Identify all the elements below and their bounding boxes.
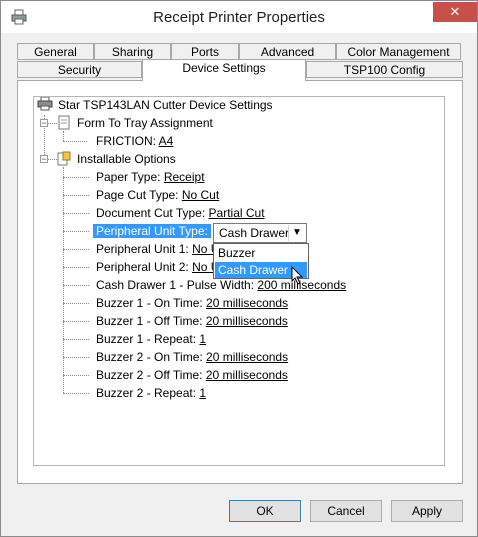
option-label: Buzzer 1 - Repeat: (96, 332, 197, 346)
option-paper-type[interactable]: Paper Type: Receipt (96, 169, 205, 185)
tree-line (63, 131, 64, 141)
friction-value[interactable]: A4 (159, 134, 174, 148)
option-cash-drawer-pulse-width[interactable]: Cash Drawer 1 - Pulse Width: 200 millise… (96, 277, 346, 293)
peripheral-unit-type-select[interactable]: Cash Drawer ▼ (213, 223, 307, 243)
tree-line (63, 231, 89, 232)
option-peripheral-unit-1[interactable]: Peripheral Unit 1: No U (96, 241, 219, 257)
option-label: Buzzer 2 - On Time: (96, 350, 203, 364)
title-bar: Receipt Printer Properties ✕ (1, 1, 477, 33)
ok-button[interactable]: OK (229, 500, 301, 522)
options-icon (57, 151, 71, 166)
cancel-button[interactable]: Cancel (310, 500, 382, 522)
option-buzzer2-repeat[interactable]: Buzzer 2 - Repeat: 1 (96, 385, 206, 401)
properties-window: Receipt Printer Properties ✕ General Sha… (0, 0, 478, 537)
printer-icon (37, 97, 53, 111)
close-button[interactable]: ✕ (433, 2, 477, 22)
tree-line (63, 339, 89, 340)
tree-line (63, 213, 89, 214)
tree-line (48, 123, 57, 124)
option-label: Buzzer 2 - Off Time: (96, 368, 203, 382)
tab-ports[interactable]: Ports (171, 43, 239, 60)
option-value[interactable]: 20 milliseconds (206, 350, 288, 364)
option-label: Paper Type: (96, 170, 161, 184)
option-label: Buzzer 1 - On Time: (96, 296, 203, 310)
option-peripheral-unit-2[interactable]: Peripheral Unit 2: No U (96, 259, 219, 275)
option-value[interactable]: Partial Cut (209, 206, 265, 220)
option-label: Buzzer 2 - Repeat: (96, 386, 197, 400)
option-label: Cash Drawer 1 - Pulse Width: (96, 278, 255, 292)
friction-label: FRICTION: (96, 134, 156, 148)
tab-security[interactable]: Security (17, 61, 142, 78)
tree-line (63, 321, 89, 322)
option-label: Page Cut Type: (96, 188, 179, 202)
option-label: Peripheral Unit 2: (96, 260, 189, 274)
option-buzzer2-off-time[interactable]: Buzzer 2 - Off Time: 20 milliseconds (96, 367, 288, 383)
option-value[interactable]: 20 milliseconds (206, 368, 288, 382)
document-icon (58, 115, 70, 130)
option-value[interactable]: 1 (199, 332, 206, 346)
tree-line (63, 267, 89, 268)
tree-line (48, 159, 57, 160)
option-value[interactable]: Receipt (164, 170, 205, 184)
collapse-toggle-icon[interactable]: − (40, 119, 48, 128)
option-label: Buzzer 1 - Off Time: (96, 314, 203, 328)
tree-line (63, 141, 87, 142)
select-value: Cash Drawer (219, 226, 290, 240)
collapse-toggle-icon[interactable]: − (40, 155, 48, 164)
tree-line (63, 303, 89, 304)
tree-line (63, 375, 89, 376)
option-label: Peripheral Unit 1: (96, 242, 189, 256)
mouse-cursor-icon (291, 266, 304, 285)
option-value[interactable]: 20 milliseconds (206, 314, 288, 328)
option-document-cut-type[interactable]: Document Cut Type: Partial Cut (96, 205, 265, 221)
tree-line (63, 177, 89, 178)
option-value[interactable]: No Cut (182, 188, 219, 202)
option-buzzer[interactable]: Buzzer (215, 245, 307, 261)
option-buzzer2-on-time[interactable]: Buzzer 2 - On Time: 20 milliseconds (96, 349, 288, 365)
tree-line (63, 357, 89, 358)
option-value[interactable]: 20 milliseconds (206, 296, 288, 310)
tree-line (63, 167, 64, 393)
tab-advanced[interactable]: Advanced (239, 43, 336, 60)
option-value[interactable]: 1 (199, 386, 206, 400)
option-peripheral-unit-type[interactable]: Peripheral Unit Type: (93, 223, 211, 239)
tab-tsp100-config[interactable]: TSP100 Config (306, 61, 463, 78)
apply-button[interactable]: Apply (391, 500, 463, 522)
tab-sharing[interactable]: Sharing (94, 43, 171, 60)
option-label: Document Cut Type: (96, 206, 206, 220)
tree-root-label[interactable]: Star TSP143LAN Cutter Device Settings (58, 97, 273, 113)
option-buzzer1-off-time[interactable]: Buzzer 1 - Off Time: 20 milliseconds (96, 313, 288, 329)
tree-line (63, 285, 89, 286)
tab-color-management[interactable]: Color Management (336, 43, 461, 60)
tree-line (63, 195, 89, 196)
window-title: Receipt Printer Properties (153, 9, 325, 26)
tree-line (63, 249, 89, 250)
option-label-selected: Peripheral Unit Type: (93, 224, 211, 238)
option-page-cut-type[interactable]: Page Cut Type: No Cut (96, 187, 219, 203)
tree-form-to-tray[interactable]: Form To Tray Assignment (77, 115, 213, 131)
tree-installable-options[interactable]: Installable Options (77, 151, 176, 167)
option-buzzer1-on-time[interactable]: Buzzer 1 - On Time: 20 milliseconds (96, 295, 288, 311)
chevron-down-icon[interactable]: ▼ (288, 225, 305, 241)
tree-line (63, 393, 89, 394)
option-buzzer1-repeat[interactable]: Buzzer 1 - Repeat: 1 (96, 331, 206, 347)
tab-device-settings[interactable]: Device Settings (142, 59, 306, 81)
tree-friction[interactable]: FRICTION: A4 (96, 133, 173, 149)
tab-general[interactable]: General (17, 43, 94, 60)
